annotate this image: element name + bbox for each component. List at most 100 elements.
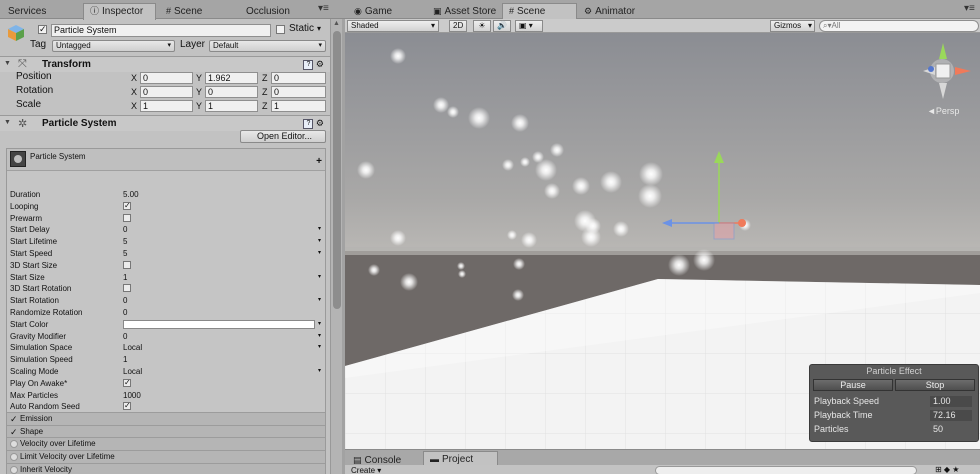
- property-value[interactable]: 0 ▾: [123, 331, 323, 342]
- rotation-x-input[interactable]: 0: [140, 86, 193, 98]
- property-value[interactable]: 0: [123, 307, 323, 318]
- module-row[interactable]: Limit Velocity over Lifetime: [7, 450, 325, 463]
- tab-inspector[interactable]: ⓘ Inspector: [83, 3, 156, 20]
- property-value[interactable]: 0 ▾: [123, 295, 323, 306]
- stop-button[interactable]: Stop: [895, 379, 975, 391]
- property-checkbox[interactable]: ✓: [123, 402, 131, 411]
- create-dropdown[interactable]: Create ▾: [351, 466, 381, 474]
- tab-menu-icon[interactable]: ▾≡: [318, 3, 329, 14]
- property-value[interactable]: 5 ▾: [123, 236, 323, 247]
- chevron-down-icon[interactable]: ▾: [318, 331, 321, 342]
- rotation-y-input[interactable]: 0: [205, 86, 258, 98]
- filter-icons[interactable]: ⊞ ◆ ★: [935, 465, 959, 474]
- open-editor-button[interactable]: Open Editor...: [240, 130, 326, 143]
- property-value[interactable]: 1 ▾: [123, 272, 323, 283]
- inspector-panel: Services ⓘ Inspector # Scene Occlusion ▾≡ …: [0, 0, 342, 474]
- module-disabled-circle-icon[interactable]: [10, 453, 18, 462]
- main-module-header[interactable]: Particle System +: [7, 149, 325, 171]
- property-value[interactable]: 1000: [123, 390, 323, 401]
- effects-dropdown-icon[interactable]: ▣ ▾: [515, 20, 543, 32]
- perspective-label[interactable]: ◄Persp: [927, 106, 959, 116]
- particle-system-header[interactable]: ▼ ✲ Particle System ? ⚙: [0, 115, 330, 131]
- property-value[interactable]: 5 ▾: [123, 248, 323, 259]
- scale-y-input[interactable]: 1: [205, 100, 258, 112]
- gizmos-dropdown[interactable]: Gizmos ▾: [770, 20, 815, 32]
- chevron-down-icon[interactable]: ▾: [318, 236, 321, 247]
- tab-animator-label: Animator: [595, 6, 636, 17]
- position-y-input[interactable]: 1.962: [205, 72, 258, 84]
- scene-search-input[interactable]: ⌕▾All: [819, 20, 979, 32]
- static-checkbox[interactable]: [276, 25, 285, 34]
- playback-speed-input[interactable]: 1.00: [930, 396, 972, 407]
- pause-button[interactable]: Pause: [813, 379, 893, 391]
- foldout-down-icon[interactable]: ▼: [4, 119, 11, 126]
- inspector-scrollbar[interactable]: ▲: [330, 19, 342, 474]
- position-z-input[interactable]: 0: [271, 72, 326, 84]
- tag-label: Tag: [30, 39, 47, 50]
- tab-game[interactable]: ◉ Game: [348, 4, 398, 19]
- module-row[interactable]: Velocity over Lifetime: [7, 437, 325, 450]
- audio-toggle-icon[interactable]: 🔊: [493, 20, 511, 32]
- static-dropdown-icon[interactable]: ▾: [317, 23, 321, 35]
- module-disabled-circle-icon[interactable]: [10, 440, 18, 449]
- chevron-down-icon[interactable]: ▾: [318, 248, 321, 259]
- chevron-down-icon[interactable]: ▾: [318, 295, 321, 306]
- tab-occlusion[interactable]: Occlusion: [240, 4, 296, 19]
- scene-viewport[interactable]: ◄Persp Particle Effect Pause Stop Playba…: [345, 33, 980, 449]
- property-value[interactable]: 1: [123, 354, 323, 365]
- property-checkbox[interactable]: [123, 213, 131, 222]
- module-disabled-circle-icon[interactable]: [10, 465, 18, 474]
- property-value[interactable]: Local ▾: [123, 342, 323, 353]
- module-enabled-checkmark-icon[interactable]: ✓: [10, 426, 18, 438]
- settings-gear-icon[interactable]: ⚙: [316, 118, 324, 128]
- playback-time-input[interactable]: 72.16: [930, 410, 972, 421]
- help-icon[interactable]: ?: [303, 118, 314, 129]
- chevron-down-icon[interactable]: ▾: [318, 224, 321, 235]
- project-search-input[interactable]: [655, 466, 917, 474]
- tag-dropdown[interactable]: Untagged ▾: [52, 40, 175, 52]
- transform-header[interactable]: ▼ ⤧ Transform ? ⚙: [0, 56, 330, 72]
- module-row[interactable]: Inherit Velocity: [7, 462, 325, 474]
- module-row[interactable]: ✓ Shape: [7, 424, 325, 438]
- tab-menu-icon[interactable]: ▾≡: [964, 3, 975, 14]
- help-icon[interactable]: ?: [303, 59, 314, 70]
- gameobject-name-input[interactable]: Particle System: [51, 24, 271, 37]
- property-label: Start Delay: [10, 225, 50, 235]
- property-value[interactable]: 0 ▾: [123, 224, 323, 235]
- lighting-toggle-icon[interactable]: ☀: [473, 20, 491, 32]
- property-checkbox[interactable]: ✓: [123, 378, 131, 387]
- position-x-input[interactable]: 0: [140, 72, 193, 84]
- chevron-down-icon[interactable]: ▾: [318, 366, 321, 377]
- property-checkbox[interactable]: ✓: [123, 201, 131, 210]
- property-checkbox[interactable]: [123, 260, 131, 269]
- foldout-down-icon[interactable]: ▼: [4, 60, 11, 67]
- position-x-axis-label: X: [131, 73, 138, 83]
- chevron-down-icon[interactable]: ▾: [318, 319, 321, 330]
- layer-dropdown[interactable]: Default ▾: [209, 40, 326, 52]
- scale-x-input[interactable]: 1: [140, 100, 193, 112]
- chevron-down-icon[interactable]: ▾: [318, 272, 321, 283]
- property-value[interactable]: Local ▾: [123, 366, 323, 377]
- scrollbar-thumb[interactable]: [333, 31, 341, 309]
- tab-asset-store[interactable]: ▣ Asset Store: [427, 4, 502, 19]
- property-value[interactable]: 5.00: [123, 189, 323, 200]
- settings-gear-icon[interactable]: ⚙: [316, 59, 324, 69]
- tab-services[interactable]: Services: [2, 4, 52, 19]
- tab-animator[interactable]: ⚙ Animator: [578, 4, 641, 19]
- chevron-down-icon[interactable]: ▾: [318, 342, 321, 353]
- scale-z-input[interactable]: 1: [271, 100, 326, 112]
- shading-mode-dropdown[interactable]: Shaded ▾: [347, 20, 439, 32]
- tab-scene-left[interactable]: # Scene: [160, 4, 208, 19]
- scroll-up-icon[interactable]: ▲: [333, 20, 340, 27]
- rotation-z-input[interactable]: 0: [271, 86, 326, 98]
- active-checkbox[interactable]: ✓: [38, 25, 47, 34]
- add-module-plus-icon[interactable]: +: [316, 156, 322, 167]
- property-checkbox[interactable]: [123, 284, 131, 293]
- start-color-field[interactable]: ▾: [123, 319, 323, 330]
- color-swatch[interactable]: [123, 319, 315, 329]
- module-row[interactable]: ✓ Emission: [7, 412, 325, 425]
- tab-scene[interactable]: # Scene: [502, 3, 577, 20]
- chevron-down-icon: ▾: [807, 21, 812, 30]
- 2d-toggle-button[interactable]: 2D: [449, 20, 467, 32]
- module-enabled-checkmark-icon[interactable]: ✓: [10, 413, 18, 425]
